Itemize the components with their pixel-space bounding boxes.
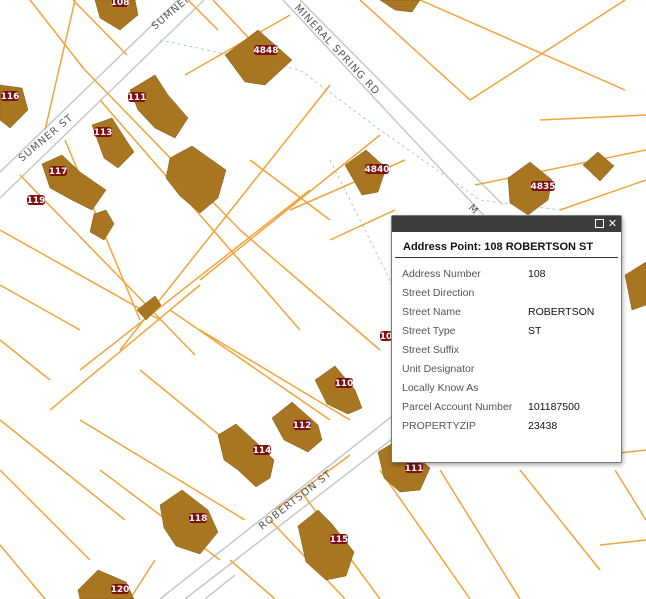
attribute-label: Street Direction — [402, 286, 475, 299]
building-label: 113 — [94, 127, 113, 138]
building-label: 4835 — [530, 181, 556, 192]
attribute-value: 101187500 — [528, 400, 580, 413]
attribute-label: Locally Know As — [402, 381, 479, 394]
svg-text:111: 111 — [128, 93, 147, 103]
svg-text:4835: 4835 — [530, 182, 555, 192]
attribute-row: Unit Designator — [402, 359, 621, 378]
svg-text:111: 111 — [405, 464, 424, 474]
attribute-label: Street Suffix — [402, 343, 460, 356]
svg-text:120: 120 — [111, 585, 130, 595]
svg-text:112: 112 — [293, 421, 312, 431]
svg-text:116: 116 — [1, 92, 20, 102]
attribute-row: Street Suffix — [402, 340, 621, 359]
close-icon[interactable]: ✕ — [607, 218, 618, 229]
building-label: 111 — [405, 463, 424, 474]
attribute-table: Address Number 108 Street Direction Stree… — [392, 264, 621, 435]
building-label: 114 — [253, 445, 272, 456]
attribute-value: 23438 — [528, 419, 558, 432]
attribute-row: Address Number 108 — [402, 264, 621, 283]
building-label: 120 — [111, 584, 130, 595]
attribute-row: Locally Know As — [402, 378, 621, 397]
attribute-value: ROBERTSON — [528, 305, 595, 318]
attribute-row: PROPERTYZIP 23438 — [402, 416, 621, 435]
building-label: 116 — [1, 91, 20, 102]
svg-text:119: 119 — [27, 196, 46, 206]
attribute-label: Unit Designator — [402, 362, 475, 375]
building-label: 110 — [335, 378, 354, 389]
svg-text:4840: 4840 — [364, 165, 389, 175]
attribute-row: Parcel Account Number 101187500 — [402, 397, 621, 416]
maximize-icon[interactable] — [595, 219, 604, 228]
building-label: 4840 — [364, 164, 390, 175]
svg-text:114: 114 — [253, 446, 272, 456]
svg-text:108: 108 — [111, 0, 130, 8]
svg-text:117: 117 — [49, 167, 68, 177]
building-label: 115 — [330, 534, 349, 545]
building-label: 118 — [189, 513, 208, 524]
building-label: 117 — [49, 166, 68, 177]
attribute-label: PROPERTYZIP — [402, 419, 476, 432]
attribute-row: Street Name ROBERTSON — [402, 302, 621, 321]
attribute-row: Street Direction — [402, 283, 621, 302]
building-label: 108 — [111, 0, 130, 8]
attribute-label: Parcel Account Number — [402, 400, 513, 413]
attribute-label: Street Type — [402, 324, 456, 337]
svg-text:113: 113 — [94, 128, 113, 138]
svg-text:115: 115 — [330, 535, 349, 545]
popup-title: Address Point: 108 ROBERTSON ST — [395, 232, 618, 258]
attribute-label: Street Name — [402, 305, 461, 318]
building-label: 4848 — [253, 45, 279, 56]
popup-titlebar: ✕ — [392, 216, 621, 232]
svg-text:110: 110 — [335, 379, 354, 389]
building-label: 111 — [128, 92, 147, 103]
attribute-value: ST — [528, 324, 542, 337]
svg-text:118: 118 — [189, 514, 208, 524]
building-label: 119 — [27, 195, 46, 206]
building-label: 112 — [293, 420, 312, 431]
svg-text:4848: 4848 — [253, 46, 278, 56]
attribute-value: 108 — [528, 267, 546, 280]
attribute-row: Street Type ST — [402, 321, 621, 340]
address-popup: ✕ Address Point: 108 ROBERTSON ST Addres… — [391, 215, 622, 463]
attribute-label: Address Number — [402, 267, 481, 280]
